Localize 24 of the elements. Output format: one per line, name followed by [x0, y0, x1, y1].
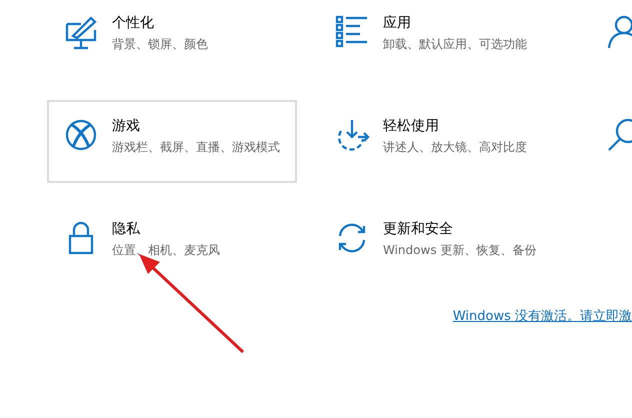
- activation-link[interactable]: Windows 没有激活。请立即激: [452, 307, 632, 325]
- tile-description: 游戏栏、截屏、直播、游戏模式: [112, 139, 280, 156]
- monitor-brush-icon: [63, 14, 99, 50]
- tile-title: 轻松使用: [383, 117, 440, 135]
- tile-title: 个性化: [112, 14, 155, 32]
- settings-tile[interactable]: 游戏 游戏栏、截屏、直播、游戏模式: [47, 100, 297, 183]
- search-icon: [606, 117, 632, 153]
- tile-description: 卸载、默认应用、可选功能: [383, 36, 527, 53]
- settings-tile[interactable]: 轻松使用 讲述人、放大镜、高对比度: [318, 100, 568, 183]
- tile-title: 应用: [383, 14, 412, 32]
- tile-description: 讲述人、放大镜、高对比度: [383, 139, 527, 156]
- tile-description: Windows 更新、恢复、备份: [383, 242, 536, 259]
- tile-title: 更新和安全: [383, 220, 454, 238]
- tile-title: 隐私: [112, 220, 141, 238]
- list-icon: [334, 14, 370, 50]
- tile-description: 位置、相机、麦克风: [112, 242, 220, 259]
- settings-tile[interactable]: 个性化 背景、锁屏、颜色: [47, 0, 297, 80]
- settings-tile[interactable]: 隐私 位置、相机、麦克风: [47, 203, 297, 286]
- settings-tile[interactable]: 应用 卸载、默认应用、可选功能: [318, 0, 568, 80]
- person-icon: [606, 14, 632, 50]
- settings-tile[interactable]: 更新和安全 Windows 更新、恢复、备份: [318, 203, 568, 286]
- tile-description: 背景、锁屏、颜色: [112, 36, 208, 53]
- tile-title: 游戏: [112, 117, 141, 135]
- game-controller-icon: [63, 117, 99, 153]
